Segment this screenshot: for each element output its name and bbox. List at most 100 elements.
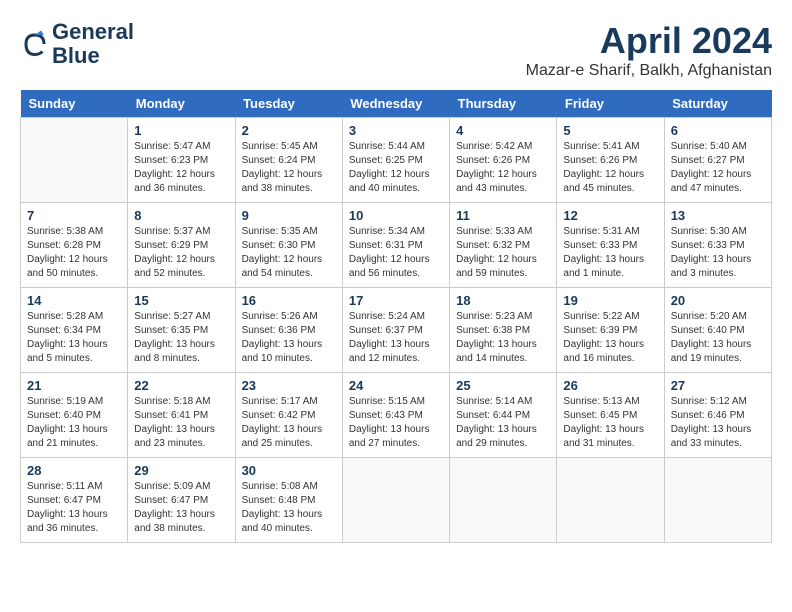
calendar-cell: 19 Sunrise: 5:22 AM Sunset: 6:39 PM Dayli… bbox=[557, 288, 664, 373]
day-info: Sunrise: 5:09 AM Sunset: 6:47 PM Dayligh… bbox=[134, 480, 228, 536]
title-block: April 2024 Mazar-e Sharif, Balkh, Afghan… bbox=[526, 20, 772, 80]
day-info: Sunrise: 5:42 AM Sunset: 6:26 PM Dayligh… bbox=[456, 140, 550, 196]
day-number: 7 bbox=[27, 208, 121, 223]
calendar-header-row: SundayMondayTuesdayWednesdayThursdayFrid… bbox=[21, 90, 772, 118]
day-number: 27 bbox=[671, 378, 765, 393]
calendar-week-row: 21 Sunrise: 5:19 AM Sunset: 6:40 PM Dayli… bbox=[21, 373, 772, 458]
calendar-body: 1 Sunrise: 5:47 AM Sunset: 6:23 PM Daylig… bbox=[21, 118, 772, 543]
calendar-cell: 29 Sunrise: 5:09 AM Sunset: 6:47 PM Dayli… bbox=[128, 458, 235, 543]
calendar-cell bbox=[557, 458, 664, 543]
calendar-cell: 6 Sunrise: 5:40 AM Sunset: 6:27 PM Daylig… bbox=[664, 118, 771, 203]
calendar-cell: 7 Sunrise: 5:38 AM Sunset: 6:28 PM Daylig… bbox=[21, 203, 128, 288]
day-info: Sunrise: 5:45 AM Sunset: 6:24 PM Dayligh… bbox=[242, 140, 336, 196]
logo-line1: General bbox=[52, 20, 134, 44]
day-number: 13 bbox=[671, 208, 765, 223]
calendar-table: SundayMondayTuesdayWednesdayThursdayFrid… bbox=[20, 90, 772, 543]
day-info: Sunrise: 5:47 AM Sunset: 6:23 PM Dayligh… bbox=[134, 140, 228, 196]
day-number: 24 bbox=[349, 378, 443, 393]
day-info: Sunrise: 5:27 AM Sunset: 6:35 PM Dayligh… bbox=[134, 310, 228, 366]
day-info: Sunrise: 5:40 AM Sunset: 6:27 PM Dayligh… bbox=[671, 140, 765, 196]
day-number: 20 bbox=[671, 293, 765, 308]
day-number: 6 bbox=[671, 123, 765, 138]
day-info: Sunrise: 5:38 AM Sunset: 6:28 PM Dayligh… bbox=[27, 225, 121, 281]
day-number: 15 bbox=[134, 293, 228, 308]
page-header: General Blue April 2024 Mazar-e Sharif, … bbox=[20, 20, 772, 80]
calendar-cell bbox=[21, 118, 128, 203]
calendar-cell: 5Sunrise: 5:41 AM Sunset: 6:26 PM Daylig… bbox=[557, 118, 664, 203]
day-number: 10 bbox=[349, 208, 443, 223]
day-header: Wednesday bbox=[342, 90, 449, 118]
calendar-cell: 1 Sunrise: 5:47 AM Sunset: 6:23 PM Daylig… bbox=[128, 118, 235, 203]
calendar-cell: 14 Sunrise: 5:28 AM Sunset: 6:34 PM Dayli… bbox=[21, 288, 128, 373]
day-info: Sunrise: 5:19 AM Sunset: 6:40 PM Dayligh… bbox=[27, 395, 121, 451]
day-header: Sunday bbox=[21, 90, 128, 118]
day-number: 22 bbox=[134, 378, 228, 393]
day-info: Sunrise: 5:37 AM Sunset: 6:29 PM Dayligh… bbox=[134, 225, 228, 281]
day-number: 1 bbox=[134, 123, 228, 138]
day-info: Sunrise: 5:12 AM Sunset: 6:46 PM Dayligh… bbox=[671, 395, 765, 451]
calendar-cell: 12 Sunrise: 5:31 AM Sunset: 6:33 PM Dayli… bbox=[557, 203, 664, 288]
day-header: Tuesday bbox=[235, 90, 342, 118]
day-info: Sunrise: 5:08 AM Sunset: 6:48 PM Dayligh… bbox=[242, 480, 336, 536]
calendar-cell: 15 Sunrise: 5:27 AM Sunset: 6:35 PM Dayli… bbox=[128, 288, 235, 373]
day-number: 3 bbox=[349, 123, 443, 138]
day-number: 12 bbox=[563, 208, 657, 223]
day-info: Sunrise: 5:11 AM Sunset: 6:47 PM Dayligh… bbox=[27, 480, 121, 536]
day-number: 30 bbox=[242, 463, 336, 478]
day-info: Sunrise: 5:24 AM Sunset: 6:37 PM Dayligh… bbox=[349, 310, 443, 366]
day-number: 18 bbox=[456, 293, 550, 308]
day-number: 29 bbox=[134, 463, 228, 478]
calendar-cell: 17Sunrise: 5:24 AM Sunset: 6:37 PM Dayli… bbox=[342, 288, 449, 373]
day-header: Thursday bbox=[450, 90, 557, 118]
day-info: Sunrise: 5:30 AM Sunset: 6:33 PM Dayligh… bbox=[671, 225, 765, 281]
day-info: Sunrise: 5:28 AM Sunset: 6:34 PM Dayligh… bbox=[27, 310, 121, 366]
day-info: Sunrise: 5:18 AM Sunset: 6:41 PM Dayligh… bbox=[134, 395, 228, 451]
day-info: Sunrise: 5:26 AM Sunset: 6:36 PM Dayligh… bbox=[242, 310, 336, 366]
calendar-cell bbox=[450, 458, 557, 543]
day-number: 26 bbox=[563, 378, 657, 393]
day-number: 11 bbox=[456, 208, 550, 223]
calendar-cell: 28 Sunrise: 5:11 AM Sunset: 6:47 PM Dayli… bbox=[21, 458, 128, 543]
day-info: Sunrise: 5:23 AM Sunset: 6:38 PM Dayligh… bbox=[456, 310, 550, 366]
calendar-cell: 22 Sunrise: 5:18 AM Sunset: 6:41 PM Dayli… bbox=[128, 373, 235, 458]
day-number: 21 bbox=[27, 378, 121, 393]
day-number: 14 bbox=[27, 293, 121, 308]
day-info: Sunrise: 5:34 AM Sunset: 6:31 PM Dayligh… bbox=[349, 225, 443, 281]
calendar-cell bbox=[664, 458, 771, 543]
calendar-cell: 2 Sunrise: 5:45 AM Sunset: 6:24 PM Daylig… bbox=[235, 118, 342, 203]
calendar-subtitle: Mazar-e Sharif, Balkh, Afghanistan bbox=[526, 62, 772, 80]
day-info: Sunrise: 5:33 AM Sunset: 6:32 PM Dayligh… bbox=[456, 225, 550, 281]
calendar-cell: 24 Sunrise: 5:15 AM Sunset: 6:43 PM Dayli… bbox=[342, 373, 449, 458]
day-number: 19 bbox=[563, 293, 657, 308]
day-info: Sunrise: 5:14 AM Sunset: 6:44 PM Dayligh… bbox=[456, 395, 550, 451]
calendar-cell: 3 Sunrise: 5:44 AM Sunset: 6:25 PM Daylig… bbox=[342, 118, 449, 203]
calendar-cell: 8Sunrise: 5:37 AM Sunset: 6:29 PM Daylig… bbox=[128, 203, 235, 288]
day-info: Sunrise: 5:44 AM Sunset: 6:25 PM Dayligh… bbox=[349, 140, 443, 196]
calendar-cell: 10 Sunrise: 5:34 AM Sunset: 6:31 PM Dayli… bbox=[342, 203, 449, 288]
calendar-cell: 4 Sunrise: 5:42 AM Sunset: 6:26 PM Daylig… bbox=[450, 118, 557, 203]
logo-line2: Blue bbox=[52, 44, 134, 68]
logo-icon bbox=[20, 29, 50, 59]
calendar-cell bbox=[342, 458, 449, 543]
calendar-cell: 13 Sunrise: 5:30 AM Sunset: 6:33 PM Dayli… bbox=[664, 203, 771, 288]
calendar-cell: 18 Sunrise: 5:23 AM Sunset: 6:38 PM Dayli… bbox=[450, 288, 557, 373]
calendar-cell: 16Sunrise: 5:26 AM Sunset: 6:36 PM Dayli… bbox=[235, 288, 342, 373]
calendar-cell: 9Sunrise: 5:35 AM Sunset: 6:30 PM Daylig… bbox=[235, 203, 342, 288]
calendar-cell: 27 Sunrise: 5:12 AM Sunset: 6:46 PM Dayli… bbox=[664, 373, 771, 458]
day-info: Sunrise: 5:13 AM Sunset: 6:45 PM Dayligh… bbox=[563, 395, 657, 451]
day-number: 4 bbox=[456, 123, 550, 138]
calendar-cell: 26 Sunrise: 5:13 AM Sunset: 6:45 PM Dayli… bbox=[557, 373, 664, 458]
day-header: Friday bbox=[557, 90, 664, 118]
calendar-cell: 23Sunrise: 5:17 AM Sunset: 6:42 PM Dayli… bbox=[235, 373, 342, 458]
day-info: Sunrise: 5:15 AM Sunset: 6:43 PM Dayligh… bbox=[349, 395, 443, 451]
day-number: 25 bbox=[456, 378, 550, 393]
calendar-cell: 21 Sunrise: 5:19 AM Sunset: 6:40 PM Dayli… bbox=[21, 373, 128, 458]
day-number: 28 bbox=[27, 463, 121, 478]
calendar-cell: 11 Sunrise: 5:33 AM Sunset: 6:32 PM Dayli… bbox=[450, 203, 557, 288]
calendar-week-row: 1 Sunrise: 5:47 AM Sunset: 6:23 PM Daylig… bbox=[21, 118, 772, 203]
day-info: Sunrise: 5:31 AM Sunset: 6:33 PM Dayligh… bbox=[563, 225, 657, 281]
day-number: 2 bbox=[242, 123, 336, 138]
day-number: 9 bbox=[242, 208, 336, 223]
day-info: Sunrise: 5:22 AM Sunset: 6:39 PM Dayligh… bbox=[563, 310, 657, 366]
day-number: 23 bbox=[242, 378, 336, 393]
